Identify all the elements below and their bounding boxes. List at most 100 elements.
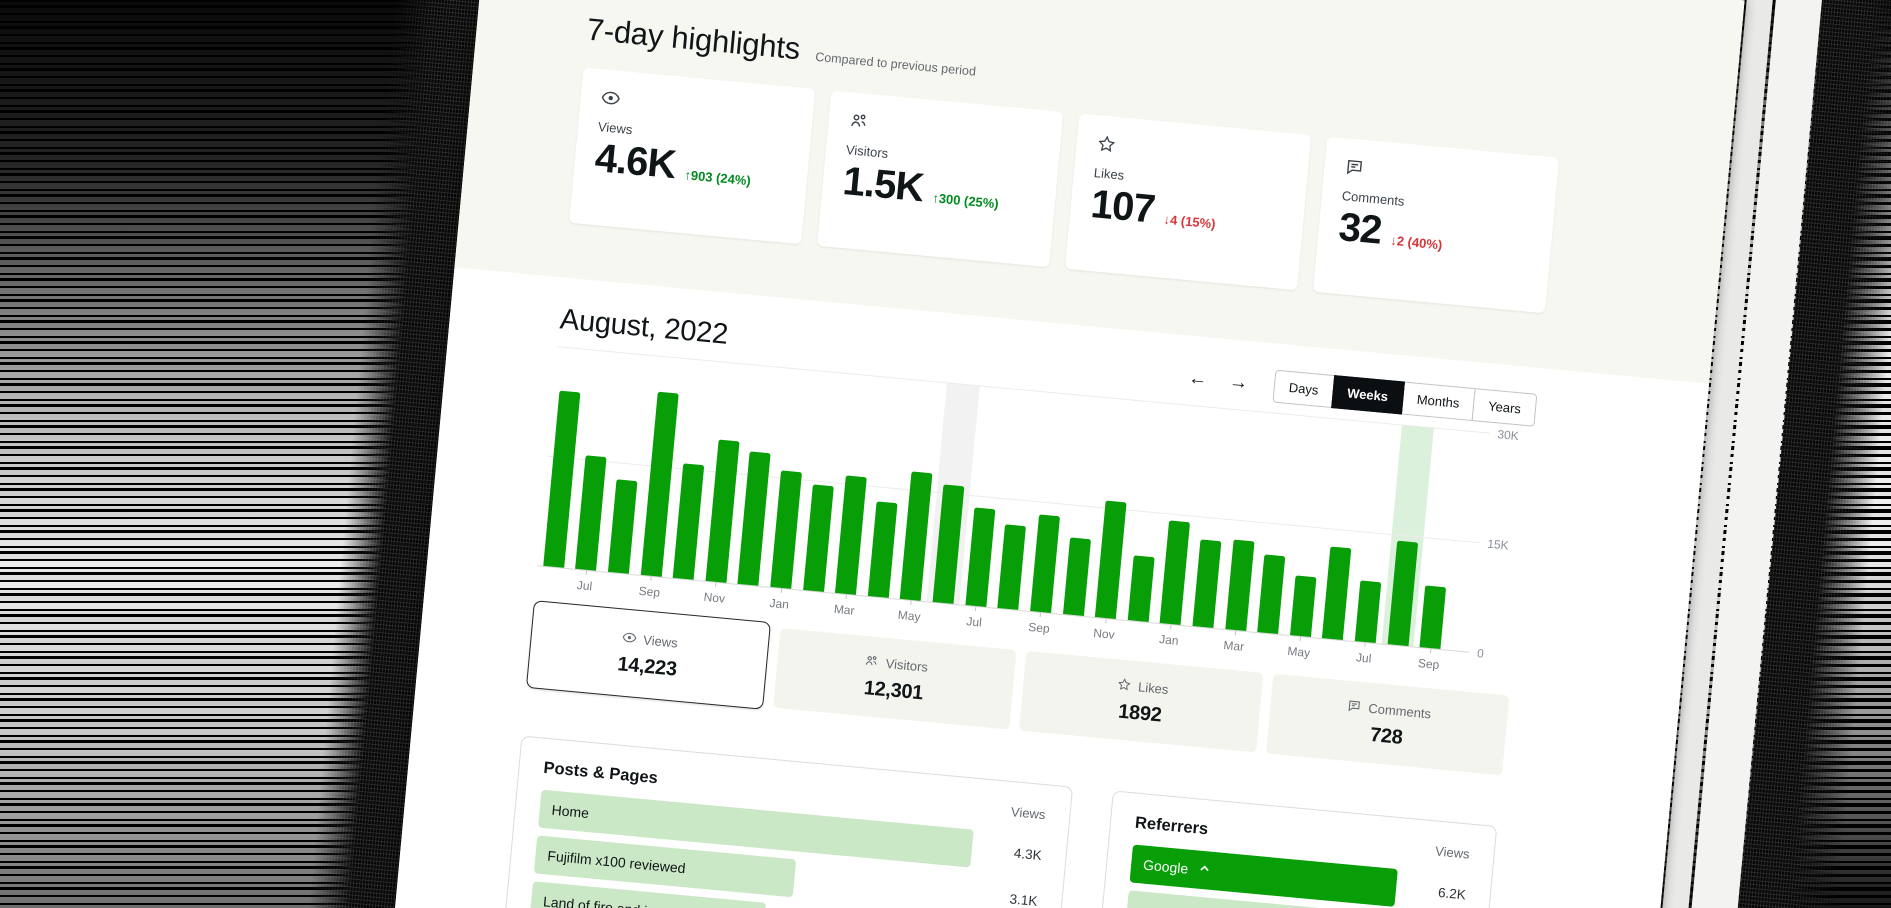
highlight-card-views: Views4.6K↑903 (24%): [569, 67, 815, 244]
metric-tab-views[interactable]: Views14,223: [526, 600, 771, 710]
chart-bar[interactable]: [1322, 546, 1351, 640]
chart-bar[interactable]: [770, 470, 802, 589]
x-axis-label: Jan: [1159, 632, 1180, 648]
list-item-views: 6.2K: [1437, 884, 1466, 902]
x-axis-tick: [975, 606, 976, 611]
chart-bar[interactable]: [576, 456, 607, 571]
highlight-card-change: ↑903 (24%): [684, 167, 752, 188]
star-icon: [1115, 676, 1132, 695]
chart-bar[interactable]: [1192, 540, 1221, 628]
chart-bar[interactable]: [1127, 556, 1154, 622]
scene: 7-day highlights Compared to previous pe…: [0, 0, 1891, 908]
period-title: August, 2022: [559, 303, 730, 351]
x-axis-label: Jan: [769, 596, 790, 612]
highlights-title: 7-day highlights: [585, 12, 801, 68]
chart-bar[interactable]: [1030, 515, 1060, 613]
metric-tab-label: Likes: [1137, 679, 1169, 697]
chart-bar[interactable]: [965, 508, 995, 607]
x-axis-tick: [650, 576, 651, 581]
chart-bar[interactable]: [1257, 554, 1285, 634]
x-axis-label: Mar: [833, 602, 855, 618]
chart-bar[interactable]: [543, 391, 580, 568]
x-axis-label: Nov: [1093, 626, 1116, 642]
x-axis-tick: [1430, 648, 1431, 653]
metric-tab-value: 14,223: [616, 653, 677, 681]
metric-tab-value: 728: [1369, 723, 1403, 749]
chart-bar[interactable]: [1225, 539, 1254, 631]
prev-period-button[interactable]: ←: [1187, 367, 1208, 391]
interval-tab-years[interactable]: Years: [1472, 388, 1538, 427]
x-axis-label: Nov: [703, 590, 726, 606]
chart-bar[interactable]: [673, 463, 705, 580]
y-axis-label-30K: 30K: [1497, 427, 1520, 443]
posts-pages-card: Posts & Pages Views Home4.3KFujifilm x10…: [496, 736, 1073, 908]
chart-bar[interactable]: [738, 451, 771, 586]
x-axis-label: May: [1287, 644, 1311, 660]
highlight-card-value: 32: [1337, 205, 1383, 254]
highlight-card-change: ↓4 (15%): [1163, 212, 1216, 232]
highlights-subtitle: Compared to previous period: [815, 50, 977, 79]
x-axis-tick: [780, 588, 781, 593]
x-axis-tick: [1300, 636, 1301, 641]
x-axis-tick: [1365, 642, 1366, 647]
people-icon: [848, 110, 870, 132]
list-item-views: 3.1K: [1009, 891, 1038, 908]
x-axis-tick: [910, 600, 911, 605]
chart-bar[interactable]: [1160, 521, 1190, 625]
x-axis-label: Jul: [1355, 650, 1372, 665]
comment-icon: [1346, 697, 1363, 716]
chart-bar[interactable]: [868, 501, 898, 598]
next-period-button[interactable]: →: [1228, 371, 1249, 395]
stats-page: 7-day highlights Compared to previous pe…: [384, 0, 1745, 908]
x-axis-tick: [1170, 624, 1171, 629]
chart-bar[interactable]: [608, 479, 638, 574]
chart-bar[interactable]: [835, 475, 867, 594]
chart-bar[interactable]: [1063, 537, 1091, 616]
x-axis-label: Sep: [1028, 620, 1051, 636]
y-axis-label-15K: 15K: [1487, 537, 1510, 553]
metric-tab-header: Comments: [1346, 697, 1432, 723]
interval-tab-days[interactable]: Days: [1272, 370, 1334, 408]
referrers-views-column: Views: [1435, 843, 1471, 861]
posts-pages-title: Posts & Pages: [543, 759, 659, 789]
metric-tab-value: 12,301: [863, 677, 924, 705]
referrers-title: Referrers: [1134, 814, 1209, 840]
posts-pages-views-column: Views: [1010, 804, 1046, 822]
x-axis-label: Jul: [966, 614, 983, 629]
highlight-card-value: 107: [1089, 182, 1157, 233]
x-axis-label: May: [897, 608, 921, 624]
x-axis-tick: [1105, 618, 1106, 623]
chart-bar[interactable]: [803, 484, 834, 592]
referrers-card: Referrers Views Google6.2K: [1087, 790, 1497, 908]
chevron-up-icon[interactable]: [1197, 862, 1211, 879]
eye-icon: [621, 629, 638, 648]
x-axis-tick: [1235, 630, 1236, 635]
star-icon: [1096, 133, 1118, 155]
chart-bar[interactable]: [1420, 585, 1447, 649]
highlight-card-change: ↑300 (25%): [932, 190, 1000, 211]
metric-tab-likes[interactable]: Likes1892: [1019, 651, 1263, 753]
metric-tab-label: Visitors: [885, 656, 929, 675]
chart-bar[interactable]: [1095, 500, 1127, 619]
metric-tab-visitors[interactable]: Visitors 12,301: [773, 628, 1017, 730]
chart-bar[interactable]: [1355, 581, 1382, 644]
chart-bar[interactable]: [640, 392, 678, 577]
chart-bar[interactable]: [705, 440, 739, 583]
interval-tab-weeks[interactable]: Weeks: [1331, 375, 1405, 414]
highlight-card-comments: Comments32↓2 (40%): [1313, 136, 1559, 313]
comment-icon: [1344, 156, 1366, 178]
chart-bar[interactable]: [998, 524, 1027, 610]
metric-tab-header: Likes: [1115, 676, 1169, 699]
interval-tab-months[interactable]: Months: [1400, 382, 1475, 422]
x-axis-label: Mar: [1223, 638, 1245, 654]
x-axis-tick: [715, 582, 716, 587]
x-axis-tick: [1040, 612, 1041, 617]
highlight-card-value: 4.6K: [593, 136, 677, 188]
metric-tab-comments[interactable]: Comments728: [1266, 674, 1510, 776]
x-axis-label: Jul: [576, 578, 593, 593]
chart-bar[interactable]: [1290, 575, 1316, 637]
people-icon: [863, 652, 880, 671]
x-axis-label: Sep: [1417, 656, 1440, 672]
period-nav: ← →: [1187, 367, 1249, 394]
list-item-views: 4.3K: [1013, 845, 1042, 863]
